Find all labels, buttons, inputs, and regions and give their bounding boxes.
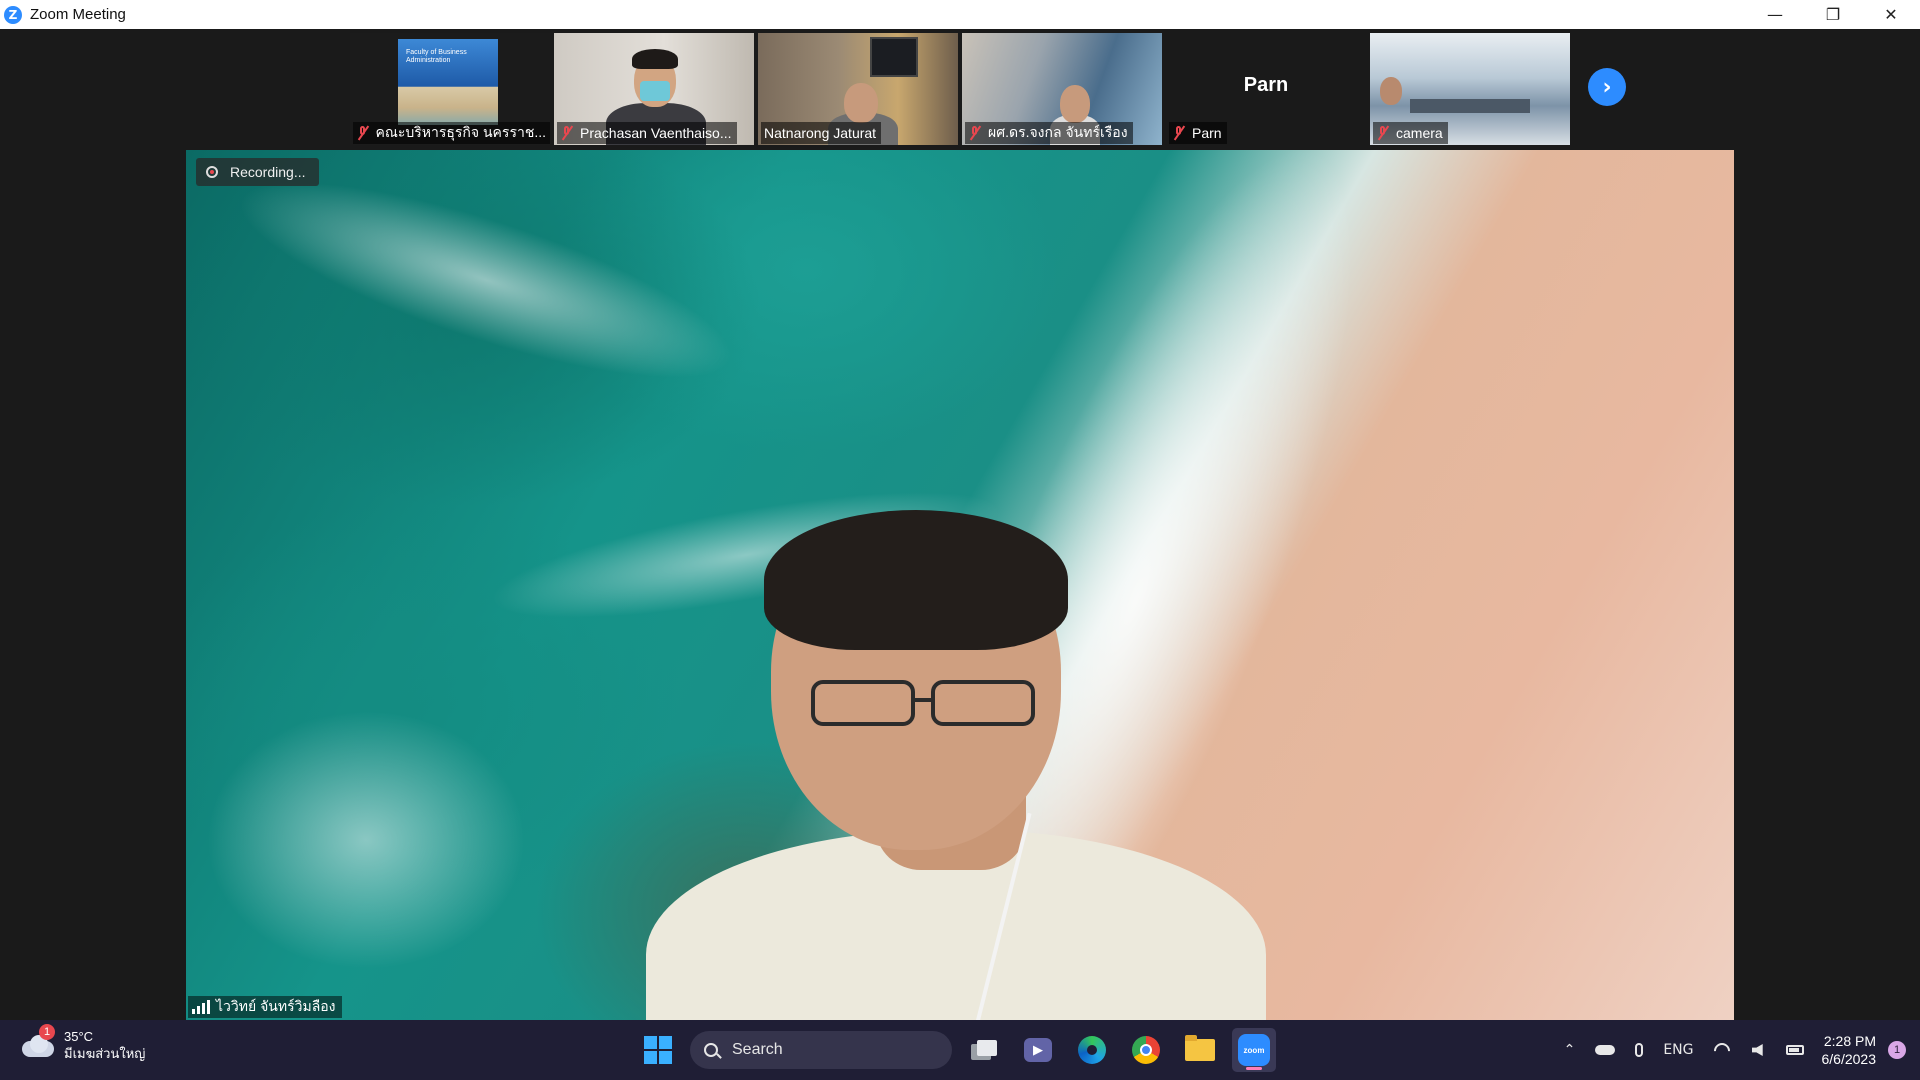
clock-time: 2:28 PM [1823,1033,1876,1049]
participant-name-label: Parn [1169,122,1227,144]
search-label: Search [732,1041,783,1058]
taskbar-search[interactable]: Search [690,1031,952,1069]
participant-name: Parn [1192,125,1222,141]
window-controls: — ❐ ✕ [1746,0,1920,29]
title-bar: Z Zoom Meeting — ❐ ✕ [0,0,1920,29]
clock-date: 6/6/2023 [1821,1051,1877,1067]
signal-strength-icon [192,1000,210,1014]
zoom-taskbar-button[interactable]: zoom [1232,1028,1276,1072]
mic-muted-icon [968,125,982,141]
wave-foam [220,150,752,418]
glasses-lens-left [811,680,915,726]
chrome-button[interactable] [1124,1028,1168,1072]
participant-tile[interactable]: Parn Parn [1166,33,1366,145]
file-explorer-button[interactable] [1178,1028,1222,1072]
participant-name: ผศ.ดร.จงกล จันทร์เรือง [988,124,1128,140]
weather-alert-badge: 1 [39,1024,55,1040]
recording-label: Recording... [230,164,306,180]
microphone-icon[interactable] [1635,1043,1644,1057]
participant-name: camera [1396,125,1443,141]
zoom-logo-icon: Z [4,5,22,24]
chevron-right-icon[interactable]: › [1588,68,1626,106]
poster-text: Faculty of Business Administration [406,49,467,64]
volume-icon[interactable] [1751,1044,1766,1056]
participant-name: Prachasan Vaenthaiso... [580,125,732,141]
search-icon [704,1043,718,1057]
weather-widget[interactable]: 1 35°C มีเมฆส่วนใหญ่ [20,1024,145,1062]
onedrive-icon[interactable] [1595,1045,1616,1055]
participant-head [844,83,878,123]
weather-temperature: 35°C [64,1029,94,1044]
chevron-up-icon[interactable]: ⌃ [1564,1042,1576,1058]
minimize-button[interactable]: — [1746,0,1804,29]
participant-head [1380,77,1402,105]
participant-name-label: ผศ.ดร.จงกล จันทร์เรือง [965,122,1133,144]
teams-camera-icon: ▶ [1024,1038,1052,1062]
taskbar-apps: Search ▶ zoom [636,1028,1276,1072]
close-button[interactable]: ✕ [1862,0,1920,29]
battery-icon[interactable] [1785,1045,1804,1055]
system-tray: ⌃ ENG 2:28 PM 6/6/2023 1 [1554,1020,1920,1080]
participant-tile[interactable]: Prachasan Vaenthaiso... [554,33,754,145]
edge-button[interactable] [1070,1028,1114,1072]
chrome-icon [1132,1036,1160,1064]
windows-taskbar: 1 35°C มีเมฆส่วนใหญ่ Search ▶ zoom ⌃ ENG… [0,1020,1920,1080]
mic-muted-icon [356,125,369,141]
participant-head [1060,85,1090,123]
edge-icon [1078,1036,1106,1064]
task-view-button[interactable] [962,1028,1006,1072]
wifi-icon[interactable] [1714,1043,1732,1057]
speaker-name-label: ไววิทย์ จันทร์วิมลือง [188,996,342,1018]
participant-strip: Faculty of Business Administration คณะบร… [350,33,1570,145]
recording-indicator[interactable]: Recording... [196,158,320,186]
participant-name-label: คณะบริหารธุรกิจ นครราช... [353,122,550,144]
language-indicator[interactable]: ENG [1663,1042,1693,1058]
clock[interactable]: 2:28 PM 6/6/2023 [1822,1032,1877,1068]
participant-tile[interactable]: camera [1370,33,1570,145]
meeting-stage: Faculty of Business Administration คณะบร… [0,29,1920,1020]
desk-row [1410,99,1530,113]
window-title: Zoom Meeting [30,6,126,23]
poster-image: Faculty of Business Administration [398,39,498,125]
notification-badge[interactable]: 1 [1888,1041,1906,1059]
mic-muted-icon [1172,125,1186,141]
active-speaker-video: Recording... ไววิทย์ จันทร์วิมลือง [186,150,1734,1020]
participant-hair [632,49,678,69]
participant-name: Natnarong Jaturat [764,125,877,141]
record-icon [206,166,218,178]
speaker-hair [764,510,1068,650]
participant-tile[interactable]: Faculty of Business Administration คณะบร… [350,33,550,145]
weather-description: มีเมฆส่วนใหญ่ [64,1046,146,1061]
participant-tile[interactable]: ผศ.ดร.จงกล จันทร์เรือง [962,33,1162,145]
windows-start-icon[interactable] [636,1028,680,1072]
participant-display-name: Parn [1243,73,1289,96]
face-mask [640,81,670,101]
speaker-name: ไววิทย์ จันทร์วิมลือง [216,998,336,1014]
glasses-bridge [913,698,933,702]
zoom-icon: zoom [1238,1034,1270,1066]
task-view-icon [971,1040,997,1060]
tv-screen [870,37,918,77]
participant-name-label: camera [1373,122,1448,144]
glasses-lens-right [931,680,1035,726]
participant-name: คณะบริหารธุรกิจ นครราช... [375,124,546,140]
participant-tile[interactable]: Natnarong Jaturat [758,33,958,145]
wave-foam [206,710,526,970]
mic-muted-icon [560,125,574,141]
participant-name-label: Natnarong Jaturat [761,122,882,144]
teams-button[interactable]: ▶ [1016,1028,1060,1072]
weather-text: 35°C มีเมฆส่วนใหญ่ [64,1028,145,1062]
mic-muted-icon [1376,125,1390,141]
folder-icon [1185,1035,1215,1061]
participant-name-label: Prachasan Vaenthaiso... [557,122,737,144]
restore-button[interactable]: ❐ [1804,0,1862,29]
